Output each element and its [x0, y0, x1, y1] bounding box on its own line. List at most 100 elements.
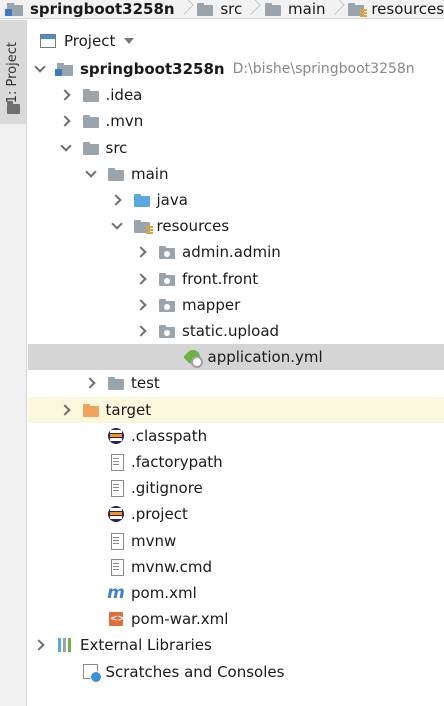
tree-item-label: static.upload: [182, 322, 280, 340]
tree-row-resources[interactable]: resources: [28, 213, 444, 239]
breadcrumb-item-springboot3258n[interactable]: springboot3258n: [0, 0, 175, 18]
tree-item-label: test: [131, 374, 160, 393]
project-view-selector[interactable]: Project: [28, 28, 135, 54]
tree-row-front-front[interactable]: front.front: [28, 266, 444, 292]
chevron-down-icon[interactable]: [32, 61, 48, 77]
text-file-icon: [107, 453, 125, 471]
tree-item-label: .idea: [105, 86, 143, 105]
breadcrumb-label: resources: [371, 0, 444, 18]
tree-row-pom-xml[interactable]: m pom.xml: [28, 580, 444, 606]
tree-item-label: main: [131, 164, 169, 183]
chevron-right-icon[interactable]: [83, 375, 99, 391]
chevron-right-icon[interactable]: [58, 402, 74, 418]
tree-row-springboot3258n[interactable]: springboot3258n D:\bishe\springboot3258n: [28, 56, 444, 82]
tree-item-label: mapper: [182, 295, 241, 314]
breadcrumb-label: springboot3258n: [30, 0, 175, 18]
tree-item-label: .project: [131, 505, 188, 524]
chevron-right-icon[interactable]: [134, 323, 150, 339]
tree-row-src[interactable]: src: [28, 135, 444, 161]
tree-item-label: mvnw.cmd: [131, 557, 213, 576]
breadcrumb-item-src[interactable]: src: [192, 0, 243, 18]
package-folder-icon: [158, 322, 176, 340]
tree-item-label: Scratches and Consoles: [105, 662, 285, 681]
tree-row-static-upload[interactable]: static.upload: [28, 318, 444, 344]
resources-folder-icon: [133, 217, 153, 235]
tree-item-label: application.yml: [207, 348, 323, 367]
text-file-icon: [107, 558, 125, 576]
module-icon: [55, 60, 74, 78]
tree-row-mvn[interactable]: .mvn: [28, 108, 444, 134]
chevron-right-icon[interactable]: [32, 637, 48, 653]
tree-row-pom-war-xml[interactable]: pom-war.xml: [28, 606, 444, 632]
scratches-icon: [82, 663, 102, 683]
chevron-right-icon[interactable]: [109, 192, 125, 208]
breadcrumb-item-main[interactable]: main: [260, 0, 326, 18]
tree-row-application-yml[interactable]: application.yml: [28, 344, 444, 371]
tree-item-label: java: [156, 191, 188, 209]
tree-row-idea[interactable]: .idea: [28, 82, 444, 108]
chevron-down-icon[interactable]: [124, 38, 135, 44]
tree-row-target[interactable]: target: [28, 396, 444, 423]
tree-row-gitignore[interactable]: .gitignore: [28, 475, 444, 501]
folder-icon: [82, 86, 100, 104]
project-tool-tab-label: 1: Project: [5, 42, 20, 104]
tree-item-label: .classpath: [131, 426, 208, 445]
chevron-right-icon[interactable]: [58, 87, 74, 103]
breadcrumb-label: main: [288, 0, 326, 18]
folder-icon: [82, 112, 100, 130]
chevron-right-icon[interactable]: [134, 244, 150, 260]
tree-row-admin-admin[interactable]: admin.admin: [28, 239, 444, 265]
package-folder-icon: [158, 243, 176, 261]
tree-row-mvnw[interactable]: mvnw: [28, 528, 444, 554]
tree-row-test[interactable]: test: [28, 370, 444, 396]
tree-item-label: External Libraries: [80, 636, 212, 655]
chevron-down-icon[interactable]: [58, 140, 74, 156]
chevron-right-icon[interactable]: [134, 297, 150, 313]
tree-item-label: src: [105, 138, 128, 157]
tree-row-classpath[interactable]: .classpath: [28, 423, 444, 449]
folder-icon: [196, 0, 214, 18]
folder-icon: [107, 165, 125, 183]
panel-title: Project: [64, 32, 116, 50]
tree-row-mvnw-cmd[interactable]: mvnw.cmd: [28, 554, 444, 580]
tree-row-project[interactable]: .project: [28, 501, 444, 527]
chevron-down-icon[interactable]: [83, 166, 99, 182]
source-folder-icon: [133, 191, 151, 209]
tree-item-label: springboot3258n: [80, 60, 225, 78]
tree-row-main[interactable]: main: [28, 161, 444, 187]
tree-item-label: resources: [156, 217, 230, 236]
project-tool-tab[interactable]: 1: Project: [0, 20, 27, 124]
tree-item-label: .mvn: [105, 112, 144, 131]
chevron-down-icon[interactable]: [109, 218, 125, 234]
tree-item-label: target: [105, 400, 152, 419]
folder-icon: [7, 101, 20, 114]
breadcrumb-separator: [175, 0, 193, 18]
tree-item-label: front.front: [182, 269, 259, 288]
excluded-folder-icon: [82, 401, 100, 419]
tree-row-factorypath[interactable]: .factorypath: [28, 449, 444, 475]
package-folder-icon: [158, 296, 176, 314]
folder-icon: [107, 374, 125, 392]
folder-icon: [82, 139, 100, 157]
tree-row-mapper[interactable]: mapper: [28, 292, 444, 318]
eclipse-icon: [107, 427, 125, 445]
xml-file-icon: [107, 610, 125, 628]
package-folder-icon: [158, 270, 176, 288]
folder-icon: [264, 0, 282, 18]
tree-item-label: pom-war.xml: [131, 610, 229, 629]
tree-item-label: .gitignore: [131, 479, 203, 498]
tree-item-label: pom.xml: [131, 584, 197, 602]
text-file-icon: [107, 532, 125, 550]
breadcrumb: springboot3258n src main resources: [0, 0, 444, 19]
maven-icon: m: [107, 583, 125, 603]
tree-row-scratches-and-consoles[interactable]: Scratches and Consoles: [28, 659, 444, 685]
tree-row-java[interactable]: java: [28, 187, 444, 213]
breadcrumb-item-resources[interactable]: resources: [343, 0, 444, 18]
tree-row-external-libraries[interactable]: External Libraries: [28, 632, 444, 658]
chevron-right-icon[interactable]: [58, 113, 74, 129]
chevron-right-icon[interactable]: [134, 271, 150, 287]
tree-item-label: mvnw: [131, 531, 177, 550]
module-icon: [5, 0, 24, 18]
text-file-icon: [107, 479, 125, 498]
breadcrumb-label: src: [220, 0, 243, 18]
